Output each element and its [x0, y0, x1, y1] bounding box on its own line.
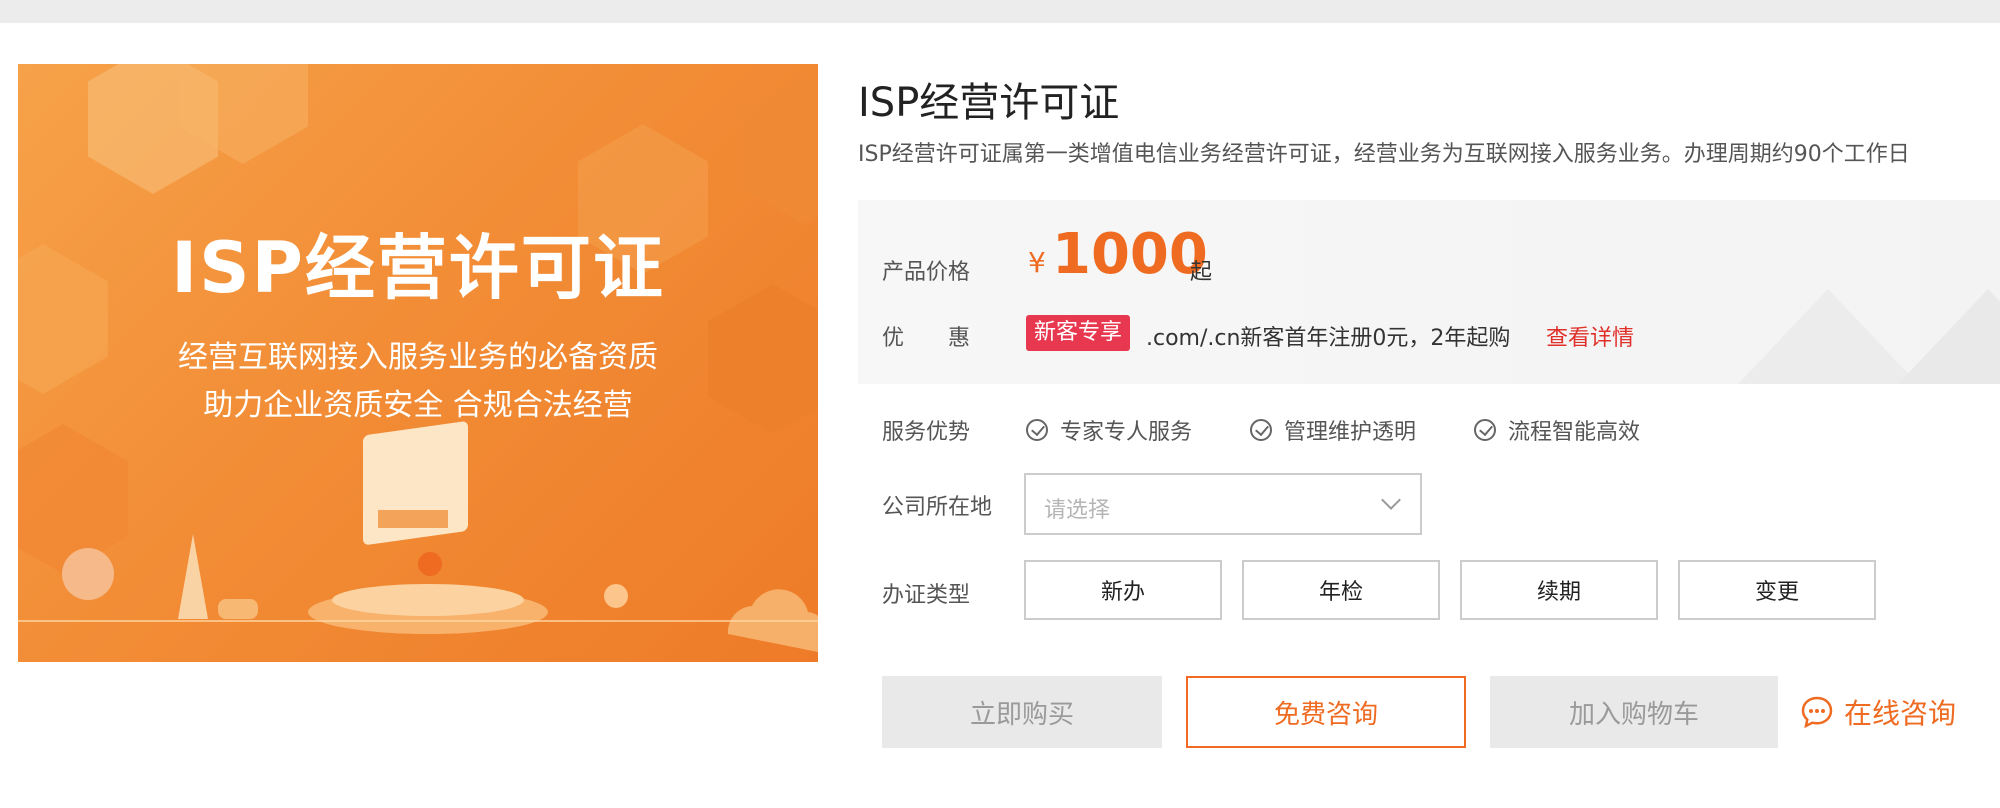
online-consult-link[interactable]: 在线咨询 [1800, 692, 1956, 732]
promotion-text: .com/.cn新客首年注册0元，2年起购 [1146, 326, 1511, 351]
advantage-item: 流程智能高效 [1474, 414, 1640, 446]
promotion-label: 优 惠 [882, 326, 971, 351]
location-label: 公司所在地 [882, 495, 993, 520]
online-consult-label: 在线咨询 [1844, 697, 1957, 730]
new-customer-badge: 新客专享 [1026, 315, 1130, 351]
price-suffix: 起 [1190, 260, 1213, 285]
license-type-option[interactable]: 续期 [1460, 560, 1658, 620]
advantage-text: 管理维护透明 [1284, 420, 1417, 445]
top-bar [0, 0, 2000, 23]
advantage-text: 专家专人服务 [1060, 420, 1193, 445]
license-type-label: 办证类型 [882, 583, 971, 608]
banner-base-line [18, 620, 818, 622]
price-amount: 1000 [1052, 222, 1208, 287]
location-placeholder: 请选择 [1044, 498, 1111, 523]
free-consult-button[interactable]: 免费咨询 [1186, 676, 1466, 748]
location-select[interactable]: 请选择 [1024, 473, 1422, 535]
view-details-link[interactable]: 查看详情 [1546, 320, 1634, 352]
chevron-down-icon [1381, 490, 1401, 510]
advantage-text: 流程智能高效 [1508, 420, 1641, 445]
price-currency: ¥ [1028, 246, 1046, 279]
advantages-label: 服务优势 [882, 420, 971, 445]
product-description: ISP经营许可证属第一类增值电信业务经营许可证，经营业务为互联网接入服务业务。办… [858, 142, 1910, 167]
advantage-item: 管理维护透明 [1250, 414, 1416, 446]
decor-triangle [1898, 289, 2000, 384]
check-circle-icon [1250, 419, 1272, 441]
license-type-option[interactable]: 变更 [1678, 560, 1876, 620]
buy-now-button[interactable]: 立即购买 [882, 676, 1162, 748]
banner-illustration [62, 421, 818, 652]
license-type-option[interactable]: 新办 [1024, 560, 1222, 620]
price-label: 产品价格 [882, 260, 971, 285]
price-panel [858, 200, 2000, 384]
advantage-item: 专家专人服务 [1026, 414, 1192, 446]
decor-triangle [1738, 289, 1918, 384]
check-circle-icon [1474, 419, 1496, 441]
add-to-cart-button[interactable]: 加入购物车 [1490, 676, 1778, 748]
product-title: ISP经营许可证 [858, 80, 1120, 126]
license-type-option[interactable]: 年检 [1242, 560, 1440, 620]
product-banner: ISP经营许可证 经营互联网接入服务业务的必备资质 助力企业资质安全 合规合法经… [18, 64, 818, 662]
chat-bubble-icon [1801, 696, 1833, 729]
check-circle-icon [1026, 419, 1048, 441]
